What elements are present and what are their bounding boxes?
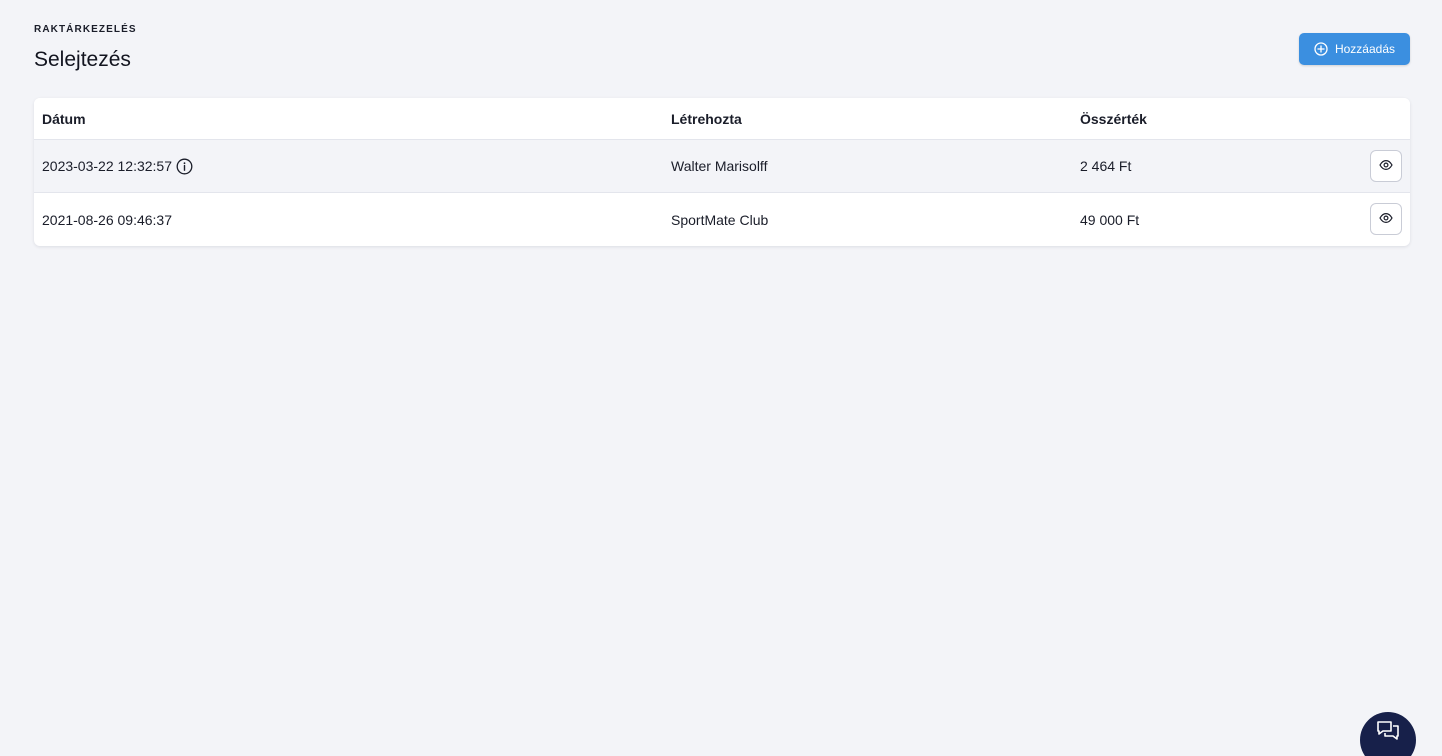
- row-created-by: Walter Marisolff: [671, 158, 768, 174]
- view-button[interactable]: [1370, 150, 1402, 182]
- chat-button[interactable]: [1360, 712, 1416, 756]
- breadcrumb[interactable]: RAKTÁRKEZELÉS: [34, 24, 137, 36]
- column-header-created-by[interactable]: Létrehozta: [671, 110, 742, 128]
- column-header-total[interactable]: Összérték: [1080, 110, 1147, 128]
- page: RAKTÁRKEZELÉS Selejtezés Hozzáadás Dátum…: [0, 0, 1442, 756]
- disposal-table: Dátum Létrehozta Összérték 2023-03-22 12…: [34, 98, 1410, 246]
- add-button-label: Hozzáadás: [1334, 42, 1396, 56]
- eye-icon: [1379, 158, 1393, 175]
- row-total: 49 000 Ft: [1080, 211, 1140, 228]
- row-created-by: SportMate Club: [671, 211, 769, 228]
- view-button[interactable]: [1370, 203, 1402, 235]
- row-date-cell: 2023-03-22 12:32:57: [42, 157, 193, 175]
- column-header-date[interactable]: Dátum: [42, 110, 86, 128]
- page-title: Selejtezés: [34, 48, 131, 71]
- row-date: 2021-08-26 09:46:37: [42, 211, 172, 228]
- add-button[interactable]: Hozzáadás: [1299, 33, 1410, 65]
- eye-icon: [1379, 211, 1393, 228]
- page-header: RAKTÁRKEZELÉS Selejtezés: [34, 24, 137, 74]
- table-header-row: Dátum Létrehozta Összérték: [34, 98, 1410, 140]
- row-total: 2 464 Ft: [1080, 158, 1132, 174]
- row-date-cell: 2021-08-26 09:46:37: [42, 211, 172, 229]
- info-icon[interactable]: [176, 158, 193, 175]
- row-date: 2023-03-22 12:32:57: [42, 158, 172, 174]
- plus-circle-icon: [1314, 42, 1328, 56]
- chat-bubbles-icon: [1376, 720, 1400, 747]
- table-row[interactable]: 2021-08-26 09:46:37 SportMate Club 49 00…: [34, 193, 1410, 246]
- table-row[interactable]: 2023-03-22 12:32:57 Walter Marisolff 2 4…: [34, 140, 1410, 193]
